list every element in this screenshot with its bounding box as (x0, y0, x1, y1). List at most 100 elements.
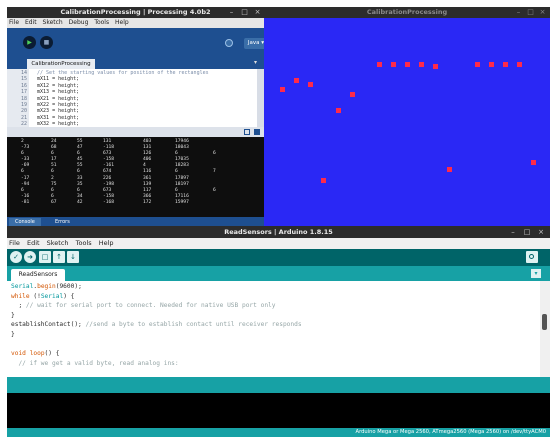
tab-readsensors[interactable]: ReadSensors (11, 269, 65, 281)
sketch-minimize-icon[interactable]: – (514, 8, 523, 17)
board-status: Arduino Mega or Mega 2560, ATmega2560 (M… (7, 428, 550, 437)
menu-sketch[interactable]: Sketch (47, 239, 69, 247)
processing-title: CalibrationProcessing | Processing 4.0b2 (7, 7, 264, 18)
console-value: 17116 (175, 193, 189, 199)
code-text: mX22 = height; (31, 101, 80, 108)
sketch-title: CalibrationProcessing (264, 7, 550, 18)
console-clear-icon[interactable] (244, 129, 250, 135)
upload-button[interactable]: ➜ (24, 251, 36, 263)
sketch-maximize-icon[interactable]: □ (526, 8, 535, 17)
console-value: 6 (21, 151, 24, 157)
console-output: 2 24 55 131 403 17946 -73 68 47 -118 131 18043 6 6 6 67… (7, 139, 264, 206)
console-value: 15997 (175, 199, 189, 205)
menu-tools[interactable]: Tools (94, 19, 109, 26)
console-value: -73 (21, 145, 30, 151)
minimize-icon[interactable]: – (227, 8, 236, 17)
console-value: 366 (143, 193, 152, 199)
console-value: 139 (143, 181, 152, 187)
editor-scroll-thumb[interactable] (542, 314, 547, 330)
verify-button[interactable]: ✓ (10, 251, 22, 263)
console-value: 24 (51, 139, 57, 144)
console-copy-icon[interactable] (254, 129, 260, 135)
editor-scrollbar[interactable] (257, 69, 264, 127)
console-value: 6 (21, 169, 24, 175)
arduino-editor[interactable]: Serial.begin(9600); while (!Serial) { ; /… (7, 281, 550, 405)
console-value: 172 (143, 199, 152, 205)
console-value: 2 (21, 139, 24, 144)
calibration-dot (377, 62, 382, 67)
calibration-dot (475, 62, 480, 67)
code-token: establishContact(); (11, 321, 86, 329)
console-line: -81 67 42 -168 172 15997 (7, 200, 264, 206)
processing-tabbar: CalibrationProcessing ▾ (7, 58, 264, 69)
console-value: 18197 (175, 181, 189, 187)
menu-debug[interactable]: Debug (69, 19, 89, 26)
processing-toolbar: ▶ ■ Java ▾ (7, 28, 264, 58)
arduino-toolbar: ✓ ➜ □ ↑ ↓ (7, 249, 550, 266)
console-value: -94 (21, 181, 30, 187)
menu-tools[interactable]: Tools (76, 239, 92, 247)
new-button[interactable]: □ (39, 251, 51, 263)
calibration-dot (517, 62, 522, 67)
arduino-close-icon[interactable]: × (536, 227, 546, 237)
menu-edit[interactable]: Edit (25, 19, 37, 26)
console-value: 17897 (175, 175, 189, 181)
console-value: 4 (143, 163, 146, 169)
arduino-maximize-icon[interactable]: □ (522, 227, 532, 237)
menu-file[interactable]: File (9, 239, 20, 247)
close-icon[interactable]: × (253, 8, 262, 17)
maximize-icon[interactable]: □ (240, 8, 249, 17)
console-value: 17946 (175, 139, 189, 144)
menu-sketch[interactable]: Sketch (43, 19, 63, 26)
code-text: mX12 = height; (31, 82, 80, 89)
errors-tab[interactable]: Errors (49, 218, 76, 226)
console-value: 6 (213, 151, 216, 157)
console-value: -161 (103, 163, 115, 169)
save-button[interactable]: ↓ (67, 251, 79, 263)
menu-file[interactable]: File (9, 19, 19, 26)
console-value: 6 (77, 169, 80, 175)
processing-menubar: File Edit Sketch Debug Tools Help (7, 18, 264, 28)
console-value: 67 (51, 199, 57, 205)
calibration-dot (350, 92, 355, 97)
code-token: } (11, 330, 15, 338)
code-token: //send a byte to establish contact until… (85, 321, 302, 329)
arduino-tabbar: ReadSensors ▾ (7, 266, 550, 281)
sketch-close-icon[interactable]: × (538, 8, 547, 17)
console-value: 117 (143, 187, 152, 193)
console-value: 6 (77, 187, 80, 193)
serial-monitor-button[interactable] (526, 251, 538, 263)
arduino-menubar: File Edit Sketch Tools Help (7, 238, 550, 249)
menu-help[interactable]: Help (115, 19, 129, 26)
tab-menu-icon[interactable]: ▾ (254, 59, 257, 66)
console-value: 18283 (175, 163, 189, 169)
console-value: 6 (175, 151, 178, 157)
code-token: loop (29, 350, 45, 358)
run-button[interactable]: ▶ (23, 36, 36, 49)
arduino-window: ReadSensors | Arduino 1.8.15 – □ × File … (7, 226, 550, 437)
code-token: void (11, 350, 26, 358)
menu-edit[interactable]: Edit (27, 239, 40, 247)
console-value: -158 (103, 193, 115, 199)
console-value: 673 (103, 187, 112, 193)
open-button[interactable]: ↑ (53, 251, 65, 263)
code-token: Serial (40, 292, 64, 300)
console-tab[interactable]: Console (9, 218, 41, 226)
stop-button[interactable]: ■ (40, 36, 53, 49)
menu-help[interactable]: Help (99, 239, 114, 247)
console-value: 7 (213, 169, 216, 175)
code-line: void loop() { (7, 349, 537, 359)
code-text: // Set the starting values for position … (31, 70, 209, 76)
console-value: -33 (21, 157, 30, 163)
tab-calibrationprocessing[interactable]: CalibrationProcessing (27, 59, 95, 69)
console-value: 42 (77, 199, 83, 205)
calibration-dot (433, 64, 438, 69)
debug-icon[interactable] (225, 39, 233, 47)
console-value: 17035 (175, 157, 189, 163)
mode-selector[interactable]: Java ▾ (244, 38, 264, 49)
processing-editor[interactable]: 14 // Set the starting values for positi… (7, 69, 264, 134)
calibration-dot (419, 62, 424, 67)
calibration-dot (280, 87, 285, 92)
tab-menu-icon[interactable]: ▾ (531, 269, 541, 278)
arduino-minimize-icon[interactable]: – (508, 227, 518, 237)
